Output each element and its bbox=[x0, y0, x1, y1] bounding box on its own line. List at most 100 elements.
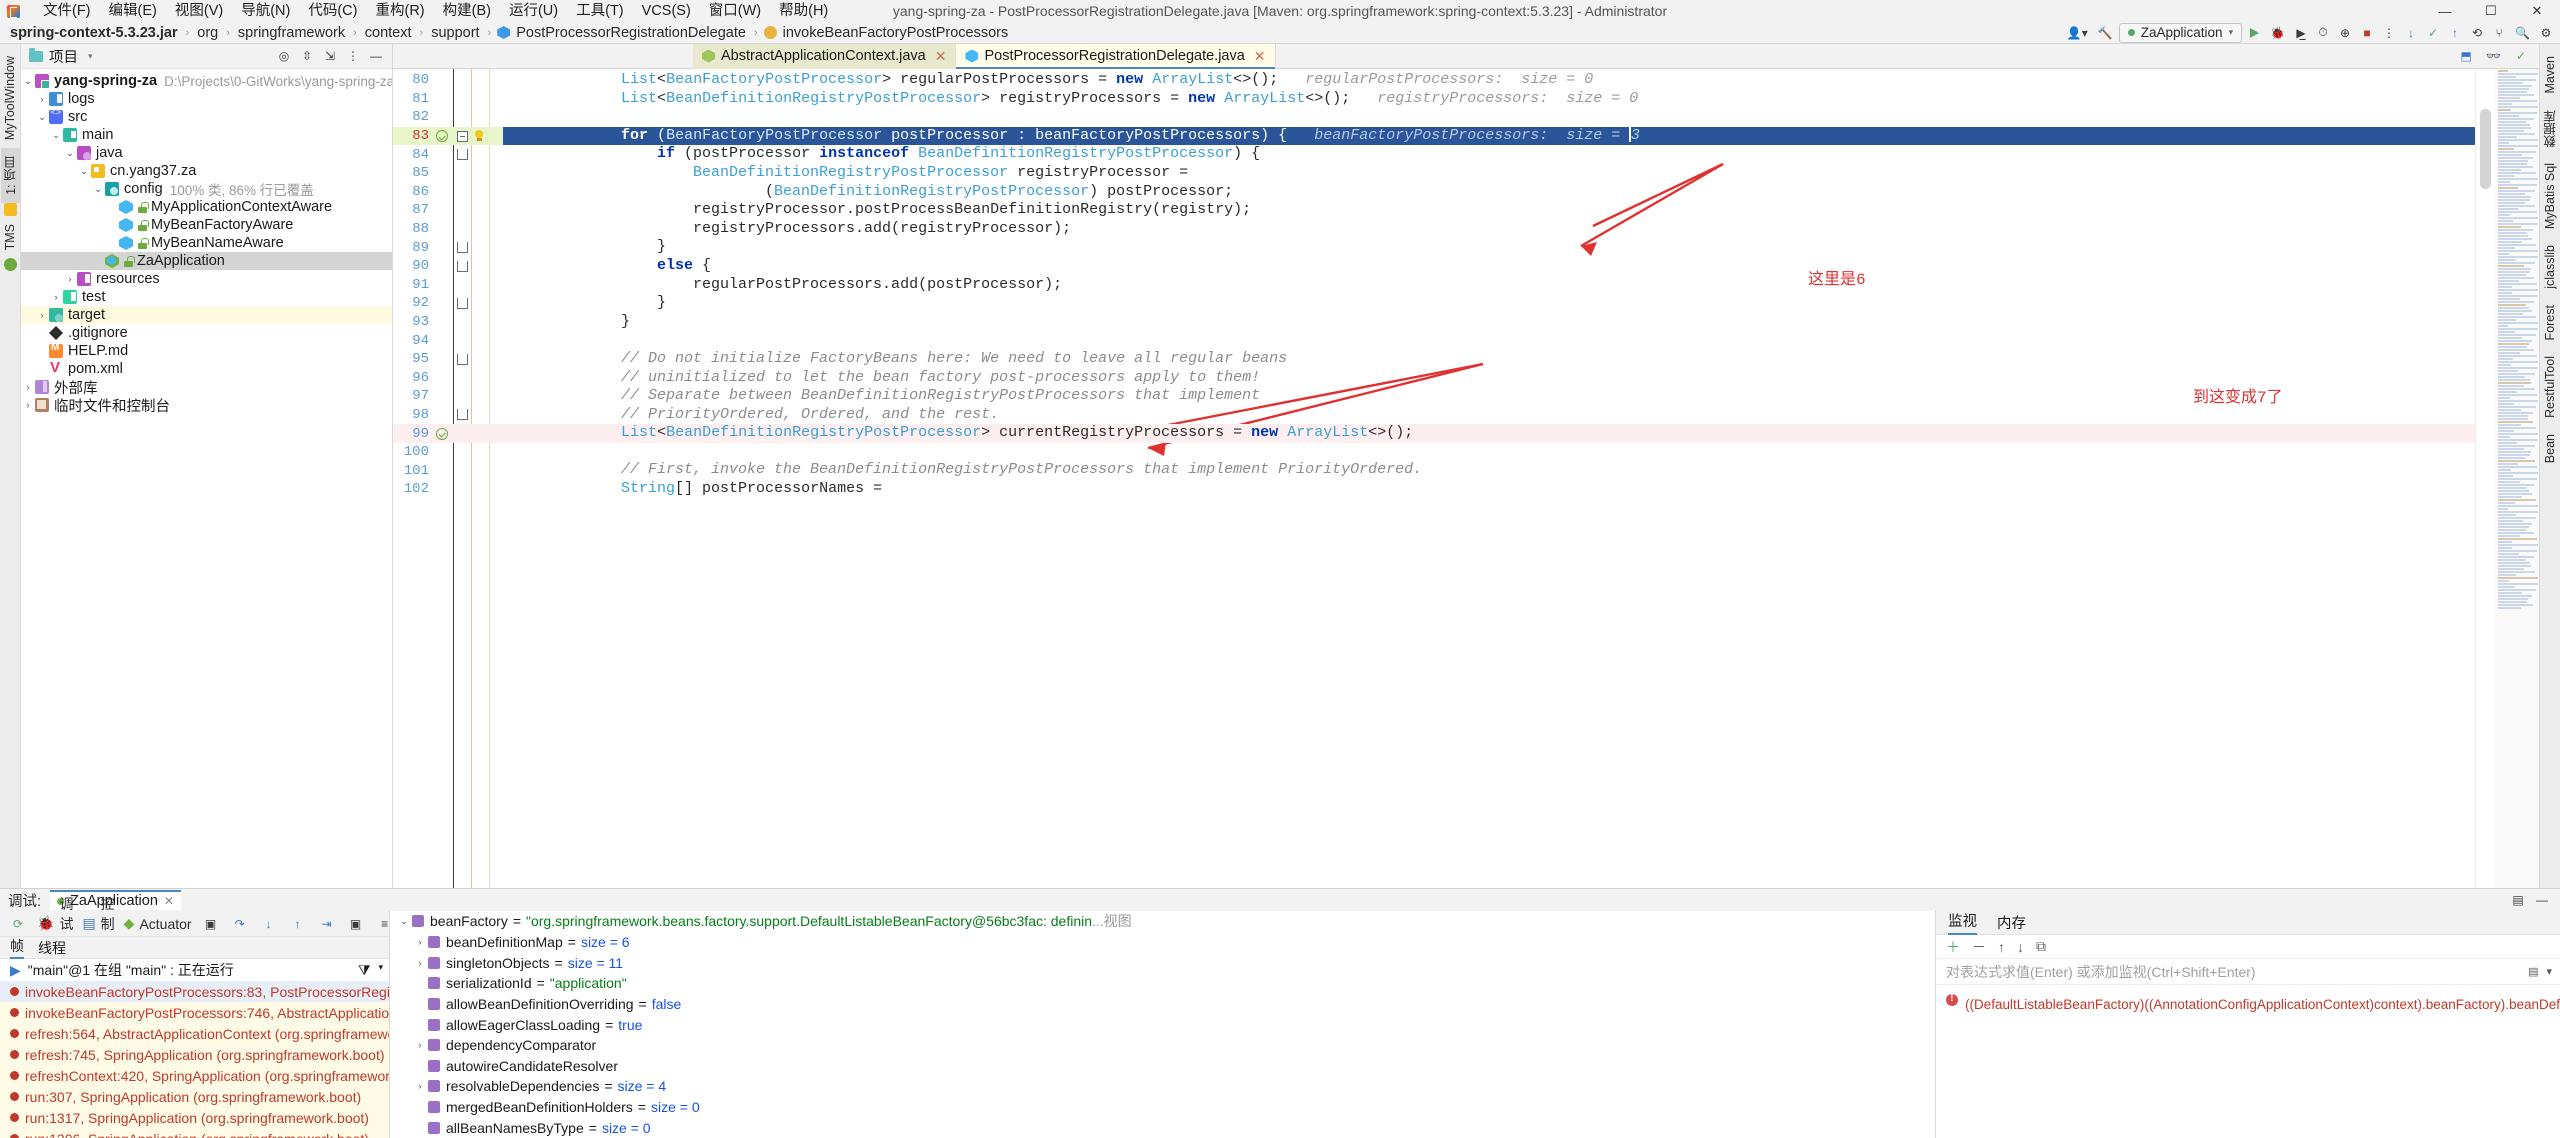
code-line-102[interactable]: String[] postProcessorNames = bbox=[503, 480, 2475, 499]
menu-build[interactable]: 构建(B) bbox=[434, 0, 500, 22]
tab-memory[interactable]: 内存 bbox=[1997, 912, 2026, 933]
menu-help[interactable]: 帮助(H) bbox=[770, 0, 837, 22]
gutter-line-89[interactable]: 89 bbox=[393, 238, 503, 257]
code-content[interactable]: 这里是6 到这变成7了 List<BeanFactoryPostProcesso… bbox=[503, 69, 2475, 888]
gutter-line-86[interactable]: 86 bbox=[393, 183, 503, 202]
project-tree[interactable]: ⌄ yang-spring-za D:\Projects\0-GitWorks\ya… bbox=[21, 69, 392, 888]
gutter-line-84[interactable]: 84 bbox=[393, 145, 503, 164]
breadcrumb-context[interactable]: context bbox=[363, 25, 414, 41]
gutter-line-82[interactable]: 82 bbox=[393, 108, 503, 127]
add-watch-icon[interactable]: ＋ bbox=[1946, 937, 1960, 957]
breadcrumb-org[interactable]: org bbox=[195, 25, 220, 41]
code-line-81[interactable]: List<BeanDefinitionRegistryPostProcessor… bbox=[503, 90, 2475, 109]
expand-all-icon[interactable]: ⇳ bbox=[297, 47, 317, 66]
tab-threads[interactable]: 线程 bbox=[38, 938, 66, 958]
fold-region-icon[interactable] bbox=[457, 353, 468, 365]
tool-window-mytoolwindow[interactable]: MyToolWindow bbox=[3, 48, 17, 148]
tool-window-forest[interactable]: Forest bbox=[2543, 297, 2557, 348]
code-line-83[interactable]: for (BeanFactoryPostProcessor postProces… bbox=[503, 126, 2475, 146]
tree-item--[interactable]: › 临时文件和控制台 bbox=[21, 396, 392, 415]
variable-row[interactable]: serializationId = "application" bbox=[390, 973, 1935, 994]
variable-tail[interactable]: ...视图 bbox=[1092, 911, 1132, 931]
gutter-line-102[interactable]: 102 bbox=[393, 480, 503, 499]
code-line-90[interactable]: else { bbox=[503, 257, 2475, 276]
code-line-86[interactable]: (BeanDefinitionRegistryPostProcessor) po… bbox=[503, 183, 2475, 202]
fold-region-icon[interactable] bbox=[457, 297, 468, 309]
thread-selector[interactable]: ▶ "main"@1 在组 "main" : 正在运行 ⧩ ▾ bbox=[0, 959, 389, 981]
call-stack-list[interactable]: invokeBeanFactoryPostProcessors:83, Post… bbox=[0, 981, 389, 1138]
menu-file[interactable]: 文件(F) bbox=[34, 0, 100, 22]
tree-expander[interactable]: ⌄ bbox=[91, 184, 105, 195]
gutter-line-83[interactable]: 83 bbox=[393, 126, 503, 146]
gutter-line-92[interactable]: 92 bbox=[393, 294, 503, 313]
code-line-94[interactable] bbox=[503, 331, 2475, 350]
gutter-line-99[interactable]: 99 bbox=[393, 424, 503, 443]
variable-row[interactable]: allowBeanDefinitionOverriding = false bbox=[390, 994, 1935, 1015]
variable-row[interactable]: › resolvableDependencies = size = 4 bbox=[390, 1076, 1935, 1097]
code-line-99[interactable]: List<BeanDefinitionRegistryPostProcessor… bbox=[503, 424, 2475, 443]
variable-expander[interactable]: › bbox=[412, 958, 428, 968]
code-line-82[interactable] bbox=[503, 108, 2475, 127]
code-line-100[interactable] bbox=[503, 443, 2475, 462]
code-line-87[interactable]: registryProcessor.postProcessBeanDefinit… bbox=[503, 201, 2475, 220]
gutter-line-95[interactable]: 95 bbox=[393, 350, 503, 369]
filter-icon[interactable]: ⧩ bbox=[358, 962, 371, 979]
close-icon[interactable]: ✕ bbox=[1254, 48, 1266, 65]
tree-item-pom-xml[interactable]: pom.xml bbox=[21, 359, 392, 378]
variable-expander[interactable]: ⌄ bbox=[396, 916, 412, 927]
history-icon[interactable]: ▤ bbox=[2528, 965, 2538, 978]
tool-window-bean[interactable]: Bean bbox=[2543, 426, 2557, 471]
mute-breakpoints-icon[interactable]: ▣ bbox=[201, 914, 221, 933]
build-hammer-icon[interactable]: 🔨 bbox=[2094, 23, 2117, 42]
tool-window-restful[interactable]: RestfulTool bbox=[2543, 348, 2557, 426]
tree-item-zaapplication[interactable]: ZaApplication bbox=[21, 252, 392, 270]
gutter-line-101[interactable]: 101 bbox=[393, 461, 503, 480]
tab-frames[interactable]: 帧 bbox=[10, 936, 24, 959]
locate-target-icon[interactable]: ◎ bbox=[274, 47, 294, 66]
tree-item-src[interactable]: ⌄ src bbox=[21, 108, 392, 126]
tree-expander[interactable]: › bbox=[63, 274, 77, 284]
stack-frame[interactable]: run:1306, SpringApplication (org.springf… bbox=[0, 1128, 389, 1138]
rerun-icon[interactable]: ⟳ bbox=[8, 914, 28, 933]
variable-row[interactable]: › beanDefinitionMap = size = 6 bbox=[390, 932, 1935, 953]
hide-panel-icon[interactable]: — bbox=[366, 47, 386, 66]
stack-frame[interactable]: refresh:745, SpringApplication (org.spri… bbox=[0, 1044, 389, 1065]
code-line-84[interactable]: if (postProcessor instanceof BeanDefinit… bbox=[503, 145, 2475, 164]
code-line-93[interactable]: } bbox=[503, 313, 2475, 332]
breadcrumb-springframework[interactable]: springframework bbox=[236, 25, 347, 41]
watch-expression-input[interactable]: 对表达式求值(Enter) 或添加监视(Ctrl+Shift+Enter) ▤ … bbox=[1936, 959, 2560, 985]
no-problems-icon[interactable]: ✓ bbox=[2511, 47, 2531, 66]
code-line-80[interactable]: List<BeanFactoryPostProcessor> regularPo… bbox=[503, 71, 2475, 90]
stop-button[interactable]: ■ bbox=[2357, 23, 2377, 42]
code-line-88[interactable]: registryProcessors.add(registryProcessor… bbox=[503, 220, 2475, 239]
gutter-line-81[interactable]: 81 bbox=[393, 90, 503, 109]
more-run-icon[interactable]: ⋮ bbox=[2379, 23, 2399, 42]
tool-window-mybatis[interactable]: MyBatis Sql bbox=[2543, 155, 2557, 237]
fold-region-icon[interactable] bbox=[457, 260, 468, 272]
minimize-panel-icon[interactable]: — bbox=[2532, 891, 2552, 910]
debug-variables-panel[interactable]: ⌄ beanFactory = "org.springframework.beans.… bbox=[390, 911, 1935, 1138]
close-icon[interactable]: ✕ bbox=[935, 48, 947, 65]
gear-icon[interactable]: ⚙ bbox=[2536, 23, 2556, 42]
tree-expander[interactable]: › bbox=[49, 292, 63, 302]
maximize-button[interactable]: ☐ bbox=[2468, 0, 2514, 22]
variable-expander[interactable]: › bbox=[412, 937, 428, 947]
tree-expander[interactable]: ⌄ bbox=[77, 166, 91, 177]
code-line-98[interactable]: // PriorityOrdered, Ordered, and the res… bbox=[503, 406, 2475, 425]
variable-expander[interactable]: › bbox=[412, 1081, 428, 1091]
breadcrumb-class[interactable]: PostProcessorRegistrationDelegate bbox=[514, 25, 748, 41]
breakpoint-verified-icon[interactable] bbox=[436, 130, 448, 143]
menu-tools[interactable]: 工具(T) bbox=[567, 0, 633, 22]
stack-frame[interactable]: run:1317, SpringApplication (org.springf… bbox=[0, 1107, 389, 1128]
code-line-92[interactable]: } bbox=[503, 294, 2475, 313]
code-line-91[interactable]: regularPostProcessors.add(postProcessor)… bbox=[503, 276, 2475, 295]
copy-icon[interactable]: ⧉ bbox=[2036, 938, 2046, 955]
minimize-button[interactable]: — bbox=[2422, 0, 2468, 22]
tree-item-target[interactable]: › target bbox=[21, 306, 392, 324]
remove-watch-icon[interactable]: － bbox=[1972, 937, 1986, 957]
gutter-line-88[interactable]: 88 bbox=[393, 220, 503, 239]
editor-gutter[interactable]: 80 81 82 83 84 85 86 87 88 89 90 91 92 93 94 95 96 97 98 99… bbox=[393, 69, 503, 888]
close-icon[interactable]: ✕ bbox=[164, 894, 174, 908]
gutter-line-94[interactable]: 94 bbox=[393, 331, 503, 350]
gutter-line-93[interactable]: 93 bbox=[393, 313, 503, 332]
